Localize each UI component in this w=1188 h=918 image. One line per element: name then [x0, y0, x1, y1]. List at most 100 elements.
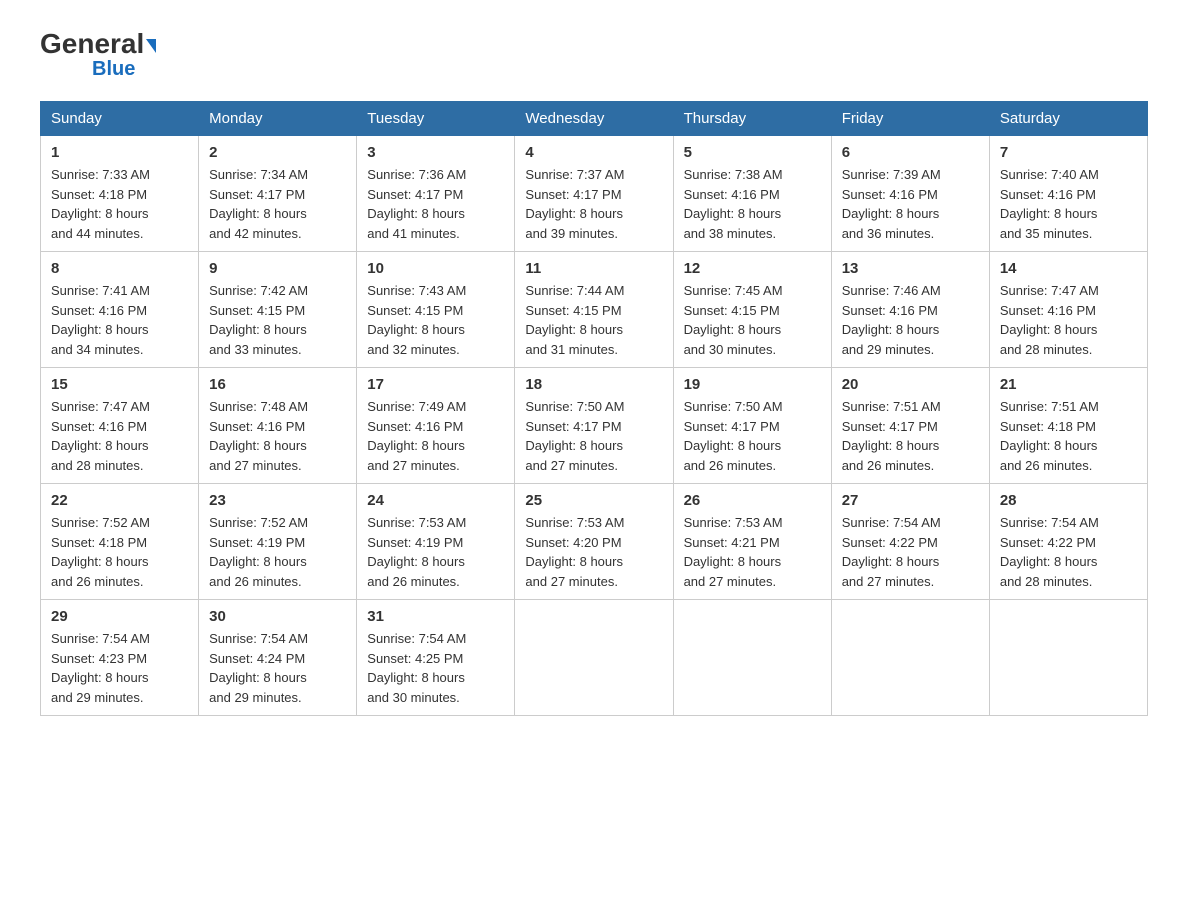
day-info: Sunrise: 7:49 AM Sunset: 4:16 PM Dayligh…: [367, 397, 504, 475]
day-info: Sunrise: 7:51 AM Sunset: 4:18 PM Dayligh…: [1000, 397, 1137, 475]
calendar-cell: 10 Sunrise: 7:43 AM Sunset: 4:15 PM Dayl…: [357, 252, 515, 368]
day-info: Sunrise: 7:33 AM Sunset: 4:18 PM Dayligh…: [51, 165, 188, 243]
day-number: 16: [209, 376, 346, 393]
day-info: Sunrise: 7:50 AM Sunset: 4:17 PM Dayligh…: [525, 397, 662, 475]
day-number: 19: [684, 376, 821, 393]
day-info: Sunrise: 7:51 AM Sunset: 4:17 PM Dayligh…: [842, 397, 979, 475]
calendar-cell: 13 Sunrise: 7:46 AM Sunset: 4:16 PM Dayl…: [831, 252, 989, 368]
col-header-wednesday: Wednesday: [515, 102, 673, 136]
calendar-cell: 21 Sunrise: 7:51 AM Sunset: 4:18 PM Dayl…: [989, 368, 1147, 484]
calendar-cell: 8 Sunrise: 7:41 AM Sunset: 4:16 PM Dayli…: [41, 252, 199, 368]
calendar-cell: 31 Sunrise: 7:54 AM Sunset: 4:25 PM Dayl…: [357, 600, 515, 716]
day-info: Sunrise: 7:54 AM Sunset: 4:25 PM Dayligh…: [367, 629, 504, 707]
day-number: 25: [525, 492, 662, 509]
day-info: Sunrise: 7:39 AM Sunset: 4:16 PM Dayligh…: [842, 165, 979, 243]
logo: General Blue: [40, 30, 156, 81]
day-number: 23: [209, 492, 346, 509]
day-number: 12: [684, 260, 821, 277]
col-header-sunday: Sunday: [41, 102, 199, 136]
calendar-cell: 19 Sunrise: 7:50 AM Sunset: 4:17 PM Dayl…: [673, 368, 831, 484]
calendar-cell: [515, 600, 673, 716]
day-number: 31: [367, 608, 504, 625]
calendar-cell: 17 Sunrise: 7:49 AM Sunset: 4:16 PM Dayl…: [357, 368, 515, 484]
day-info: Sunrise: 7:43 AM Sunset: 4:15 PM Dayligh…: [367, 281, 504, 359]
day-number: 14: [1000, 260, 1137, 277]
calendar-cell: 23 Sunrise: 7:52 AM Sunset: 4:19 PM Dayl…: [199, 484, 357, 600]
calendar-cell: 22 Sunrise: 7:52 AM Sunset: 4:18 PM Dayl…: [41, 484, 199, 600]
calendar-week-row: 1 Sunrise: 7:33 AM Sunset: 4:18 PM Dayli…: [41, 136, 1148, 252]
calendar-cell: 15 Sunrise: 7:47 AM Sunset: 4:16 PM Dayl…: [41, 368, 199, 484]
calendar-header-row: SundayMondayTuesdayWednesdayThursdayFrid…: [41, 102, 1148, 136]
day-number: 1: [51, 144, 188, 161]
calendar-cell: 1 Sunrise: 7:33 AM Sunset: 4:18 PM Dayli…: [41, 136, 199, 252]
page-header: General Blue: [40, 30, 1148, 81]
calendar-cell: 18 Sunrise: 7:50 AM Sunset: 4:17 PM Dayl…: [515, 368, 673, 484]
day-number: 30: [209, 608, 346, 625]
calendar-cell: 26 Sunrise: 7:53 AM Sunset: 4:21 PM Dayl…: [673, 484, 831, 600]
col-header-thursday: Thursday: [673, 102, 831, 136]
day-info: Sunrise: 7:42 AM Sunset: 4:15 PM Dayligh…: [209, 281, 346, 359]
day-number: 11: [525, 260, 662, 277]
day-number: 21: [1000, 376, 1137, 393]
calendar-table: SundayMondayTuesdayWednesdayThursdayFrid…: [40, 101, 1148, 716]
day-number: 15: [51, 376, 188, 393]
day-info: Sunrise: 7:53 AM Sunset: 4:20 PM Dayligh…: [525, 513, 662, 591]
logo-text: General: [40, 30, 156, 58]
calendar-cell: 16 Sunrise: 7:48 AM Sunset: 4:16 PM Dayl…: [199, 368, 357, 484]
day-info: Sunrise: 7:38 AM Sunset: 4:16 PM Dayligh…: [684, 165, 821, 243]
day-info: Sunrise: 7:44 AM Sunset: 4:15 PM Dayligh…: [525, 281, 662, 359]
col-header-friday: Friday: [831, 102, 989, 136]
calendar-cell: [989, 600, 1147, 716]
day-number: 28: [1000, 492, 1137, 509]
col-header-monday: Monday: [199, 102, 357, 136]
day-info: Sunrise: 7:45 AM Sunset: 4:15 PM Dayligh…: [684, 281, 821, 359]
calendar-cell: [831, 600, 989, 716]
calendar-cell: 29 Sunrise: 7:54 AM Sunset: 4:23 PM Dayl…: [41, 600, 199, 716]
day-number: 2: [209, 144, 346, 161]
day-number: 22: [51, 492, 188, 509]
day-info: Sunrise: 7:37 AM Sunset: 4:17 PM Dayligh…: [525, 165, 662, 243]
day-number: 4: [525, 144, 662, 161]
day-info: Sunrise: 7:53 AM Sunset: 4:19 PM Dayligh…: [367, 513, 504, 591]
calendar-cell: 28 Sunrise: 7:54 AM Sunset: 4:22 PM Dayl…: [989, 484, 1147, 600]
day-number: 26: [684, 492, 821, 509]
day-info: Sunrise: 7:50 AM Sunset: 4:17 PM Dayligh…: [684, 397, 821, 475]
day-info: Sunrise: 7:54 AM Sunset: 4:24 PM Dayligh…: [209, 629, 346, 707]
calendar-cell: 2 Sunrise: 7:34 AM Sunset: 4:17 PM Dayli…: [199, 136, 357, 252]
calendar-cell: 24 Sunrise: 7:53 AM Sunset: 4:19 PM Dayl…: [357, 484, 515, 600]
day-number: 24: [367, 492, 504, 509]
calendar-cell: 6 Sunrise: 7:39 AM Sunset: 4:16 PM Dayli…: [831, 136, 989, 252]
day-info: Sunrise: 7:36 AM Sunset: 4:17 PM Dayligh…: [367, 165, 504, 243]
calendar-cell: 9 Sunrise: 7:42 AM Sunset: 4:15 PM Dayli…: [199, 252, 357, 368]
day-info: Sunrise: 7:53 AM Sunset: 4:21 PM Dayligh…: [684, 513, 821, 591]
day-number: 17: [367, 376, 504, 393]
day-number: 29: [51, 608, 188, 625]
day-number: 6: [842, 144, 979, 161]
day-info: Sunrise: 7:52 AM Sunset: 4:18 PM Dayligh…: [51, 513, 188, 591]
day-info: Sunrise: 7:52 AM Sunset: 4:19 PM Dayligh…: [209, 513, 346, 591]
calendar-week-row: 22 Sunrise: 7:52 AM Sunset: 4:18 PM Dayl…: [41, 484, 1148, 600]
calendar-cell: 4 Sunrise: 7:37 AM Sunset: 4:17 PM Dayli…: [515, 136, 673, 252]
calendar-cell: 30 Sunrise: 7:54 AM Sunset: 4:24 PM Dayl…: [199, 600, 357, 716]
col-header-saturday: Saturday: [989, 102, 1147, 136]
calendar-cell: 20 Sunrise: 7:51 AM Sunset: 4:17 PM Dayl…: [831, 368, 989, 484]
day-info: Sunrise: 7:54 AM Sunset: 4:22 PM Dayligh…: [842, 513, 979, 591]
calendar-cell: 5 Sunrise: 7:38 AM Sunset: 4:16 PM Dayli…: [673, 136, 831, 252]
logo-blue-text: Blue: [92, 58, 135, 81]
day-number: 13: [842, 260, 979, 277]
calendar-cell: 27 Sunrise: 7:54 AM Sunset: 4:22 PM Dayl…: [831, 484, 989, 600]
day-number: 18: [525, 376, 662, 393]
day-info: Sunrise: 7:41 AM Sunset: 4:16 PM Dayligh…: [51, 281, 188, 359]
day-number: 5: [684, 144, 821, 161]
calendar-cell: 14 Sunrise: 7:47 AM Sunset: 4:16 PM Dayl…: [989, 252, 1147, 368]
day-info: Sunrise: 7:46 AM Sunset: 4:16 PM Dayligh…: [842, 281, 979, 359]
calendar-week-row: 8 Sunrise: 7:41 AM Sunset: 4:16 PM Dayli…: [41, 252, 1148, 368]
day-number: 7: [1000, 144, 1137, 161]
day-info: Sunrise: 7:40 AM Sunset: 4:16 PM Dayligh…: [1000, 165, 1137, 243]
day-number: 10: [367, 260, 504, 277]
day-info: Sunrise: 7:54 AM Sunset: 4:22 PM Dayligh…: [1000, 513, 1137, 591]
calendar-cell: 11 Sunrise: 7:44 AM Sunset: 4:15 PM Dayl…: [515, 252, 673, 368]
calendar-cell: 7 Sunrise: 7:40 AM Sunset: 4:16 PM Dayli…: [989, 136, 1147, 252]
day-number: 8: [51, 260, 188, 277]
day-info: Sunrise: 7:47 AM Sunset: 4:16 PM Dayligh…: [1000, 281, 1137, 359]
